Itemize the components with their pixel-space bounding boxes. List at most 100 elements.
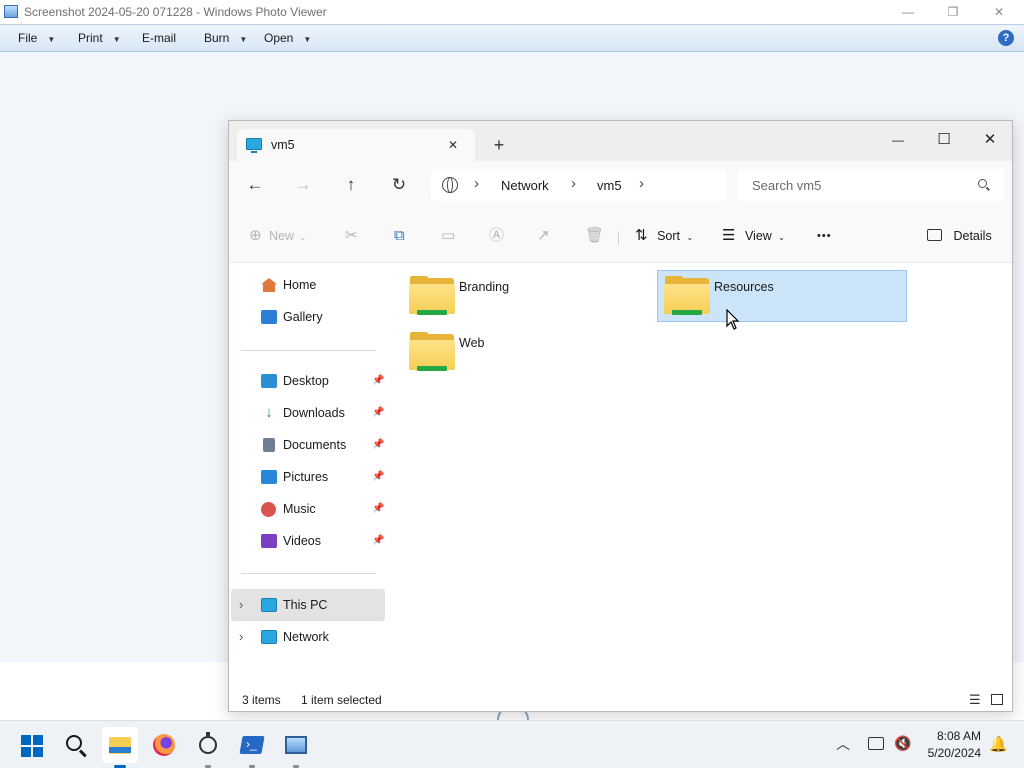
minimize-button[interactable]: — — [875, 125, 921, 155]
up-button[interactable]: ↑ — [335, 169, 367, 201]
pin-icon[interactable]: 📌 — [372, 367, 384, 395]
sidebar-item-documents[interactable]: Documents 📌 — [239, 431, 384, 459]
globe-meridian-icon — [447, 177, 453, 193]
sidebar-item-gallery[interactable]: Gallery — [239, 303, 383, 331]
details-view-icon[interactable]: ☰ — [969, 692, 981, 708]
view-icon: ☰ — [722, 227, 736, 244]
pin-icon[interactable]: 📌 — [372, 527, 384, 555]
folder-item-web[interactable]: Web — [407, 326, 637, 378]
network-folder-icon — [409, 276, 455, 316]
sidebar-item-music[interactable]: Music 📌 — [239, 495, 384, 523]
explorer-body: Home Gallery Desktop 📌 ↓ Downloads 📌 Doc… — [229, 263, 1012, 685]
burn-menu[interactable]: Burn ▼ — [204, 25, 247, 52]
print-menu[interactable]: Print ▼ — [78, 25, 121, 52]
new-button[interactable]: ⊕ New ⌄ — [249, 221, 306, 251]
expand-chevron-icon[interactable]: › — [239, 623, 243, 651]
close-tab-icon[interactable]: ✕ — [443, 135, 463, 155]
folder-name: Branding — [459, 280, 510, 294]
file-menu[interactable]: File ▼ — [18, 25, 55, 52]
stopwatch-icon[interactable] — [190, 727, 226, 763]
pin-icon[interactable]: 📌 — [372, 431, 384, 459]
clock-time[interactable]: 8:08 AM — [936, 729, 981, 743]
sidebar-divider — [241, 573, 376, 574]
show-hidden-icons-chevron[interactable]: ︿ — [836, 734, 850, 754]
pin-icon[interactable]: 📌 — [372, 463, 384, 491]
more-options-icon[interactable]: ••• — [817, 221, 832, 251]
close-button[interactable]: ✕ — [967, 125, 1012, 155]
sidebar-item-desktop[interactable]: Desktop 📌 — [239, 367, 384, 395]
chevron-down-icon: ▼ — [47, 35, 56, 44]
photo-viewer-icon[interactable] — [278, 727, 314, 763]
network-folder-icon — [409, 332, 455, 372]
pin-icon[interactable]: 📌 — [372, 399, 384, 427]
selection-count: 1 item selected — [301, 693, 382, 707]
command-bar: ⊕ New ⌄ ✂ ⧉ ▭ Ⓐ ↗ 🗑 ⇅ Sort ⌄ ☰ View ⌄ ••… — [229, 209, 1012, 263]
sidebar-item-videos[interactable]: Videos 📌 — [239, 527, 384, 555]
close-button[interactable]: ✕ — [984, 2, 1014, 22]
new-plus-icon: ⊕ — [249, 227, 262, 244]
chevron-right-icon: › — [474, 175, 479, 192]
chevron-down-icon: ▼ — [112, 35, 121, 44]
sidebar-item-network[interactable]: › Network — [239, 623, 383, 651]
back-button[interactable]: ← — [239, 169, 271, 201]
address-bar[interactable]: › Network › vm5 › — [431, 169, 727, 201]
sort-icon: ⇅ — [635, 227, 648, 244]
view-button[interactable]: ☰ View ⌄ — [722, 221, 785, 251]
clock-date[interactable]: 5/20/2024 — [924, 746, 981, 760]
minimize-button[interactable]: — — [893, 2, 923, 22]
chevron-down-icon: ▼ — [239, 35, 248, 44]
sidebar-item-downloads[interactable]: ↓ Downloads 📌 — [239, 399, 384, 427]
sidebar-item-pictures[interactable]: Pictures 📌 — [239, 463, 384, 491]
folder-item-branding[interactable]: Branding — [407, 270, 637, 322]
sort-button[interactable]: ⇅ Sort ⌄ — [635, 221, 693, 251]
firefox-icon[interactable] — [146, 727, 182, 763]
open-menu[interactable]: Open ▼ — [264, 25, 311, 52]
share-icon[interactable]: ↗ — [537, 221, 550, 251]
sidebar-item-home[interactable]: Home — [239, 271, 383, 299]
tab-title: vm5 — [271, 138, 295, 152]
refresh-button[interactable]: ↻ — [383, 169, 415, 201]
tiles-view-icon[interactable] — [991, 694, 1003, 705]
volume-muted-icon[interactable]: 🔇 — [894, 735, 911, 752]
maximize-button[interactable]: ☐ — [921, 125, 967, 155]
cut-icon[interactable]: ✂ — [345, 221, 358, 251]
expand-chevron-icon[interactable]: › — [239, 591, 243, 619]
toolbar-divider — [618, 231, 619, 245]
folder-name: Web — [459, 336, 485, 350]
maximize-button[interactable]: ❐ — [938, 2, 968, 22]
pin-icon[interactable]: 📌 — [372, 495, 384, 523]
new-tab-button[interactable]: + — [487, 133, 511, 157]
details-pane-icon — [927, 229, 942, 241]
chevron-down-icon: ⌄ — [778, 233, 785, 242]
photo-viewer-menubar: File ▼ Print ▼ E-mail Burn ▼ Open ▼ ? — [0, 24, 1024, 52]
delete-icon[interactable]: 🗑 — [585, 221, 604, 251]
email-menu[interactable]: E-mail — [142, 25, 176, 52]
breadcrumb-network[interactable]: Network — [501, 178, 549, 193]
search-input[interactable]: Search vm5 — [738, 169, 1004, 201]
copy-icon[interactable]: ⧉ — [394, 221, 405, 251]
details-button[interactable]: Details — [927, 221, 992, 251]
file-explorer-icon[interactable] — [102, 727, 138, 763]
network-folder-icon — [664, 276, 710, 316]
breadcrumb-vm5[interactable]: vm5 — [597, 178, 622, 193]
videos-icon — [261, 534, 277, 548]
pictures-icon — [261, 470, 277, 484]
notification-bell-icon[interactable]: 🔔 — [989, 735, 1008, 753]
downloads-icon: ↓ — [265, 404, 273, 421]
chevron-right-icon[interactable]: › — [639, 175, 644, 192]
monitor-icon — [246, 138, 262, 150]
folder-item-resources[interactable]: Resources — [657, 270, 907, 322]
forward-button[interactable]: → — [287, 169, 319, 201]
sidebar-item-this-pc[interactable]: › This PC — [239, 591, 383, 619]
paste-icon[interactable]: ▭ — [441, 221, 455, 251]
home-icon — [261, 278, 277, 292]
start-icon[interactable] — [14, 727, 50, 763]
rename-icon[interactable]: Ⓐ — [489, 221, 504, 251]
search-icon[interactable] — [58, 727, 94, 763]
network-status-icon[interactable] — [868, 737, 884, 750]
gallery-icon — [261, 310, 277, 324]
help-icon[interactable]: ? — [998, 30, 1014, 46]
tab-vm5[interactable]: vm5 ✕ — [237, 129, 475, 161]
documents-icon — [263, 438, 275, 452]
powershell-icon[interactable]: ›_ — [234, 727, 270, 763]
